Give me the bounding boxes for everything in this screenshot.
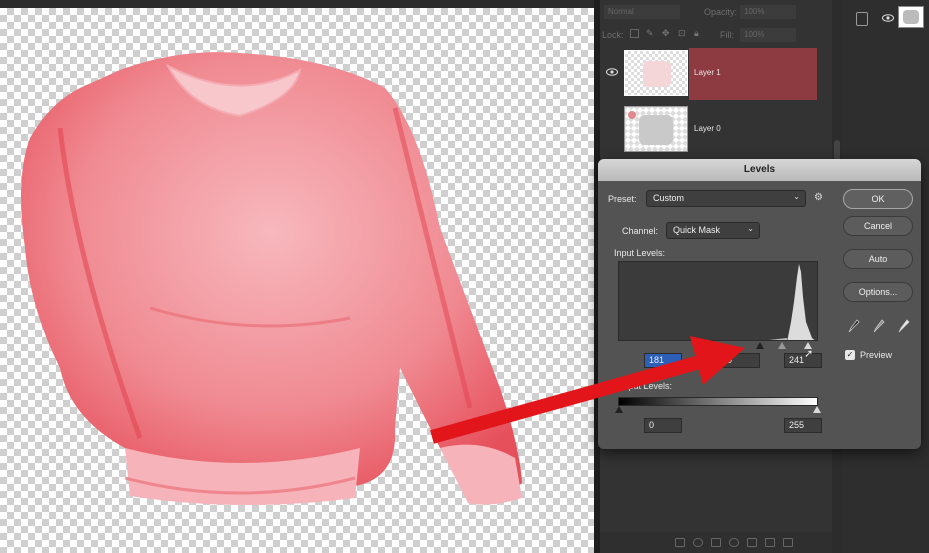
layer-0-name[interactable]: Layer 0 [694,124,721,133]
opacity-label: Opacity: [704,7,738,17]
layer-1-name[interactable]: Layer 1 [694,68,721,77]
chevron-down-icon: ⌄ [747,224,754,233]
input-mid-field[interactable]: 0 [722,353,760,368]
ok-button[interactable]: OK [843,189,913,209]
channel-thumbnail [898,6,924,28]
channel-label: Channel: [622,226,659,236]
output-white-field[interactable]: 255 [784,418,822,433]
new-layer-icon[interactable] [765,538,775,547]
channel-value: Quick Mask [673,225,721,235]
histogram [618,261,818,341]
preset-value: Custom [653,193,685,203]
histogram-graph [769,264,815,340]
preview-checkbox[interactable]: ✓ [845,350,855,360]
thumbnail-flower [628,111,636,119]
layer-1-thumbnail [624,50,688,96]
fill-field[interactable]: 100% [740,28,796,42]
thumbnail-sweater-gray [639,115,673,145]
adjustment-layer-icon[interactable] [729,538,739,547]
canvas-top-strip [0,0,600,8]
new-group-icon[interactable] [747,538,757,547]
gray-eyedropper-icon[interactable] [873,319,885,333]
input-slider-track[interactable] [618,341,818,349]
layer-row-0[interactable]: Layer 0 [600,103,818,157]
fill-label: Fill: [720,30,734,40]
layers-panel-footer [600,532,832,553]
preset-select[interactable]: Custom ⌄ [646,190,806,207]
document-canvas[interactable] [0,8,594,553]
lock-artboard-icon[interactable]: ⊡ [678,28,686,39]
input-black-handle[interactable] [756,342,764,349]
mouse-cursor-icon: ➚ [804,348,814,360]
input-white-field[interactable]: 241 [784,353,822,368]
channel-select[interactable]: Quick Mask ⌄ [666,222,760,239]
output-slider-track[interactable] [615,406,821,414]
trash-icon[interactable] [783,538,793,547]
layer-0-thumbnail [624,106,688,152]
preview-label: Preview [860,350,893,360]
output-gradient [618,397,818,406]
lock-all-icon[interactable]: 🔒︎ [694,28,699,39]
lock-position-icon[interactable]: ✥ [662,28,670,39]
opacity-field[interactable]: 100% [740,5,796,19]
output-levels-label: Output Levels: [614,381,673,391]
fx-icon[interactable] [693,538,703,547]
dialog-title[interactable]: Levels [598,159,921,181]
sweater-image [21,52,522,506]
input-black-field[interactable]: 181 [644,353,682,368]
eye-icon[interactable] [882,14,894,22]
photoshop-window: Normal Opacity: 100% Lock: ✎ ✥ ⊡ 🔒︎ Fill… [0,0,929,553]
lock-label: Lock: [602,30,624,40]
levels-dialog: Levels Preset: Custom ⌄ ⚙ Channel: Quick… [598,159,921,449]
black-eyedropper-icon[interactable] [848,319,860,333]
white-eyedropper-icon[interactable] [898,319,910,333]
layer-row-1[interactable]: Layer 1 [600,47,818,101]
input-levels-label: Input Levels: [614,248,666,258]
eye-icon[interactable] [606,68,618,76]
preset-label: Preset: [608,194,637,204]
chevron-down-icon: ⌄ [793,192,800,201]
lock-brush-icon[interactable]: ✎ [646,28,654,39]
blend-mode-select[interactable]: Normal [604,5,680,19]
panel-toggle-icon[interactable] [856,12,868,26]
input-gray-handle[interactable] [778,342,786,349]
options-button[interactable]: Options... [843,282,913,302]
output-white-handle[interactable] [813,406,821,413]
gear-icon[interactable]: ⚙ [814,192,823,203]
add-mask-icon[interactable] [711,538,721,547]
channel-thumbnail-shape [903,10,919,24]
link-layers-icon[interactable] [675,538,685,547]
cancel-button[interactable]: Cancel [843,216,913,236]
output-black-field[interactable]: 0 [644,418,682,433]
thumbnail-sweater [643,61,671,87]
auto-button[interactable]: Auto [843,249,913,269]
lock-pixels-icon[interactable] [630,29,639,38]
output-black-handle[interactable] [615,406,623,413]
